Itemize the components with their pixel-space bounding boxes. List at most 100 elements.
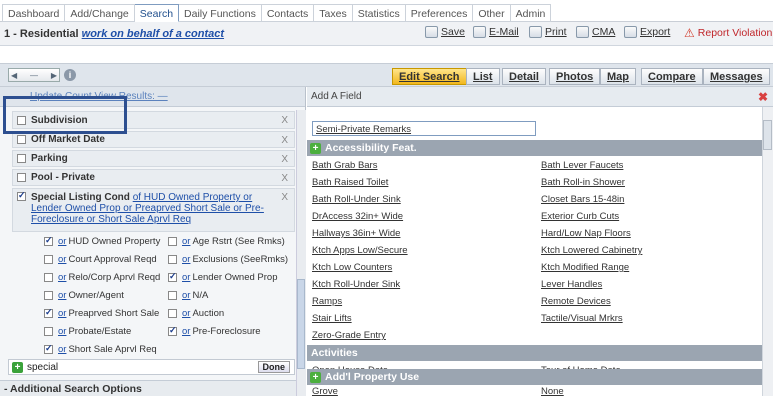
option-owner-agent[interactable]: or Owner/Agent bbox=[40, 290, 124, 301]
option-na[interactable]: or N/A bbox=[164, 290, 208, 301]
category-addl-property-use-bar[interactable]: + Add'l Property Use bbox=[307, 369, 762, 385]
option-checkbox[interactable] bbox=[168, 237, 177, 246]
detail-button[interactable]: Detail bbox=[502, 68, 546, 85]
or-link[interactable]: or bbox=[182, 254, 190, 265]
or-link[interactable]: or bbox=[182, 236, 190, 247]
field-tactile-visual[interactable]: Tactile/Visual Mrkrs bbox=[541, 313, 623, 324]
edit-search-button[interactable]: Edit Search bbox=[392, 68, 467, 85]
category-activities[interactable]: Activities bbox=[307, 345, 762, 361]
right-scrollbar[interactable] bbox=[762, 107, 773, 396]
option-lender-owned[interactable]: orLender Owned Prop bbox=[164, 271, 277, 283]
option-checkbox[interactable] bbox=[44, 291, 53, 300]
or-link[interactable]: or bbox=[58, 308, 66, 319]
option-hud-owned[interactable]: orHUD Owned Property bbox=[40, 235, 160, 247]
field-bath-roll-under-sink[interactable]: Bath Roll-Under Sink bbox=[312, 194, 401, 205]
tab-admin[interactable]: Admin bbox=[510, 4, 552, 22]
remove-icon[interactable]: X bbox=[281, 173, 288, 184]
option-pre-foreclosure[interactable]: orPre-Foreclosure bbox=[164, 325, 261, 337]
print-button[interactable]: Print bbox=[529, 26, 567, 38]
info-icon[interactable]: i bbox=[64, 69, 76, 81]
map-button[interactable]: Map bbox=[600, 68, 636, 85]
option-checkbox[interactable] bbox=[44, 343, 53, 354]
remove-icon[interactable]: X bbox=[281, 154, 288, 165]
export-button[interactable]: Export bbox=[624, 26, 670, 38]
option-checkbox[interactable] bbox=[168, 271, 177, 282]
option-checkbox[interactable] bbox=[168, 255, 177, 264]
tab-taxes[interactable]: Taxes bbox=[314, 4, 353, 22]
photos-button[interactable]: Photos bbox=[549, 68, 601, 85]
option-relo-corp[interactable]: or Relo/Corp Aprvl Reqd bbox=[40, 272, 160, 283]
option-auction[interactable]: or Auction bbox=[164, 308, 224, 319]
field-zero-grade-entry[interactable]: Zero-Grade Entry bbox=[312, 330, 386, 341]
filter-special-listing-cond[interactable]: Special Listing Cond of HUD Owned Proper… bbox=[12, 188, 295, 232]
field-draccess[interactable]: DrAccess 32in+ Wide bbox=[312, 211, 403, 222]
option-probate-estate[interactable]: or Probate/Estate bbox=[40, 326, 131, 337]
email-button[interactable]: E-Mail bbox=[473, 26, 519, 38]
field-ktch-low-counters[interactable]: Ktch Low Counters bbox=[312, 262, 392, 273]
or-link[interactable]: or bbox=[58, 272, 66, 283]
option-short-sale-aprvl[interactable]: orShort Sale Aprvl Req bbox=[40, 343, 157, 355]
tab-preferences[interactable]: Preferences bbox=[405, 4, 474, 22]
filter-pool-private[interactable]: Pool - Private X bbox=[12, 169, 295, 186]
or-link[interactable]: or bbox=[182, 290, 190, 301]
category-accessibility[interactable]: + Accessibility Feat. bbox=[307, 140, 762, 156]
option-checkbox[interactable] bbox=[168, 309, 177, 318]
report-violation-button[interactable]: ⚠ Report Violation bbox=[684, 26, 772, 40]
expand-icon[interactable]: + bbox=[310, 142, 321, 154]
tab-statistics[interactable]: Statistics bbox=[352, 4, 406, 22]
done-button[interactable]: Done bbox=[257, 361, 290, 373]
remove-icon[interactable]: X bbox=[281, 192, 288, 203]
remove-icon[interactable]: X bbox=[281, 115, 288, 126]
option-checkbox[interactable] bbox=[44, 273, 53, 282]
or-link[interactable]: or bbox=[182, 308, 190, 319]
option-checkbox[interactable] bbox=[44, 307, 53, 318]
additional-search-options[interactable]: - Additional Search Options bbox=[0, 380, 306, 396]
field-bath-roll-in-shower[interactable]: Bath Roll-in Shower bbox=[541, 177, 625, 188]
save-button[interactable]: Save bbox=[425, 26, 465, 38]
selected-field-input[interactable]: Semi-Private Remarks bbox=[312, 121, 536, 136]
right-scrollbar-thumb[interactable] bbox=[763, 120, 772, 150]
option-checkbox[interactable] bbox=[44, 327, 53, 336]
option-checkbox[interactable] bbox=[168, 291, 177, 300]
field-stair-lifts[interactable]: Stair Lifts bbox=[312, 313, 352, 324]
field-ramps[interactable]: Ramps bbox=[312, 296, 342, 307]
or-link[interactable]: or bbox=[182, 326, 190, 337]
tab-daily-functions[interactable]: Daily Functions bbox=[179, 4, 262, 22]
option-age-rstrt[interactable]: or Age Rstrt (See Rmks) bbox=[164, 236, 285, 247]
option-checkbox[interactable] bbox=[44, 255, 53, 264]
field-ktch-modified-range[interactable]: Ktch Modified Range bbox=[541, 262, 629, 273]
option-checkbox[interactable] bbox=[168, 325, 177, 336]
field-search-box[interactable]: + special Done bbox=[8, 359, 295, 375]
tab-other[interactable]: Other bbox=[473, 4, 511, 22]
cma-button[interactable]: CMA bbox=[576, 26, 615, 38]
special-listing-checkbox[interactable] bbox=[17, 190, 26, 201]
tab-add-change[interactable]: Add/Change bbox=[65, 4, 135, 22]
or-link[interactable]: or bbox=[182, 272, 190, 283]
or-link[interactable]: or bbox=[58, 236, 66, 247]
tab-dashboard[interactable]: Dashboard bbox=[2, 4, 66, 22]
compare-button[interactable]: Compare bbox=[641, 68, 703, 85]
filter-parking[interactable]: Parking X bbox=[12, 150, 295, 167]
left-scrollbar-thumb[interactable] bbox=[297, 279, 305, 369]
record-pager[interactable]: ◀ — ▶ bbox=[8, 68, 60, 82]
tab-search[interactable]: Search bbox=[134, 4, 180, 22]
expand-icon[interactable]: + bbox=[310, 371, 321, 383]
close-icon[interactable]: ✖ bbox=[758, 90, 768, 104]
messages-button[interactable]: Messages bbox=[703, 68, 770, 85]
field-bath-grab-bars[interactable]: Bath Grab Bars bbox=[312, 160, 377, 171]
list-button[interactable]: List bbox=[466, 68, 500, 85]
field-grove[interactable]: Grove bbox=[312, 386, 338, 397]
field-lever-handles[interactable]: Lever Handles bbox=[541, 279, 602, 290]
remove-icon[interactable]: X bbox=[281, 135, 288, 146]
or-link[interactable]: or bbox=[58, 326, 66, 337]
field-hard-low-nap-floors[interactable]: Hard/Low Nap Floors bbox=[541, 228, 631, 239]
field-none[interactable]: None bbox=[541, 386, 564, 397]
field-hallways[interactable]: Hallways 36in+ Wide bbox=[312, 228, 400, 239]
work-on-behalf-link[interactable]: work on behalf of a contact bbox=[82, 28, 224, 40]
parking-checkbox[interactable] bbox=[17, 154, 26, 163]
option-exclusions[interactable]: or Exclusions (SeeRmks) bbox=[164, 254, 288, 265]
field-search-input[interactable]: special bbox=[27, 362, 58, 373]
off-market-checkbox[interactable] bbox=[17, 135, 26, 144]
or-link[interactable]: or bbox=[58, 344, 66, 355]
field-ktch-roll-under-sink[interactable]: Ktch Roll-Under Sink bbox=[312, 279, 400, 290]
